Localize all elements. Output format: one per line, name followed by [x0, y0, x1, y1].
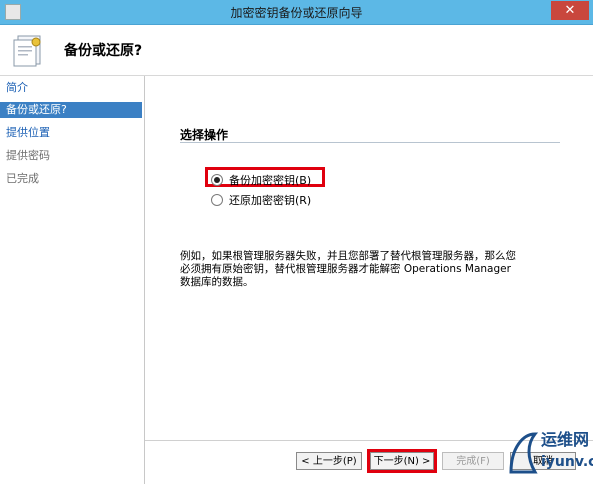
- radio-restore[interactable]: 还原加密密钥(R): [211, 192, 311, 208]
- section-divider: [180, 142, 560, 143]
- description-text: 例如，如果根管理服务器失败，并且您部署了替代根管理服务器，那么您必须拥有原始密钥…: [180, 250, 516, 288]
- title-bar: 加密密钥备份或还原向导 ✕: [0, 0, 593, 25]
- wizard-header: 备份或还原?: [0, 25, 593, 76]
- step-completed: 已完成: [6, 172, 39, 185]
- section-title: 选择操作: [180, 128, 229, 142]
- radio-restore-indicator[interactable]: [211, 194, 223, 206]
- close-button[interactable]: ✕: [551, 1, 589, 20]
- step-intro[interactable]: 简介: [0, 80, 142, 96]
- wizard-content: 选择操作 备份加密密钥(B) 还原加密密钥(R) 例如，如果根管理服务器失败，并…: [145, 76, 593, 448]
- radio-backup-label[interactable]: 备份加密密钥(B): [229, 172, 311, 188]
- previous-button[interactable]: < 上一步(P): [296, 452, 362, 470]
- step-provide-password: 提供密码: [6, 149, 50, 162]
- radio-restore-label[interactable]: 还原加密密钥(R): [229, 192, 311, 208]
- window-title: 加密密钥备份或还原向导: [230, 6, 363, 20]
- watermark-text-2: iyunv.com: [541, 454, 593, 470]
- page-title: 备份或还原?: [64, 43, 143, 59]
- key-document-icon: [13, 35, 41, 67]
- watermark-text-1: 运维网: [541, 430, 590, 449]
- watermark-logo-icon: [509, 432, 539, 474]
- next-button[interactable]: 下一步(N) >: [367, 449, 437, 473]
- finish-button: 完成(F): [442, 452, 504, 470]
- watermark: 运维网 iyunv.com: [503, 424, 593, 484]
- radio-backup[interactable]: 备份加密密钥(B): [211, 172, 311, 188]
- radio-backup-indicator[interactable]: [211, 174, 223, 186]
- step-provide-location[interactable]: 提供位置: [0, 125, 142, 141]
- wizard-steps: 简介 备份或还原? 提供位置 提供密码 已完成: [0, 76, 145, 484]
- step-backup-or-restore[interactable]: 备份或还原?: [0, 102, 142, 118]
